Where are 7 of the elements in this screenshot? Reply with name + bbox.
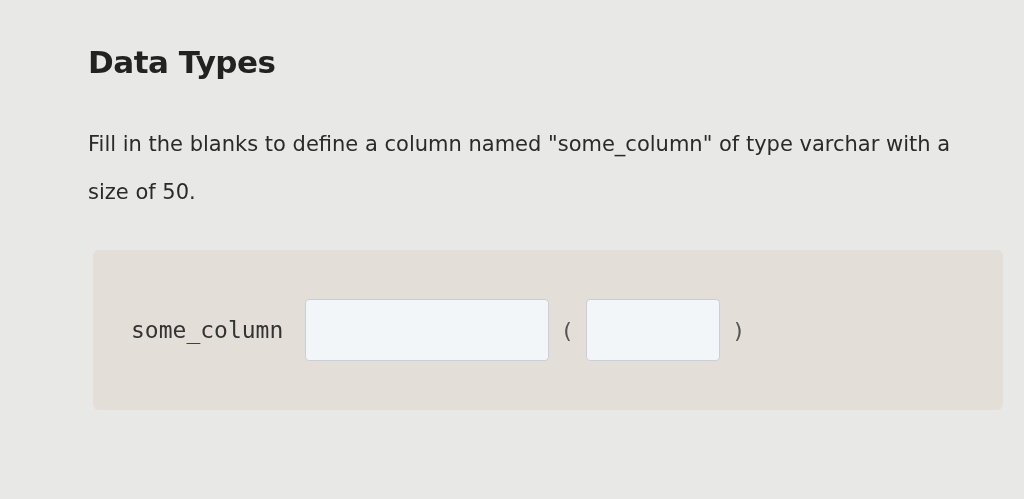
fill-in-field[interactable] (585, 299, 720, 361)
code-text: some_column (131, 317, 284, 343)
instructions-text: Fill in the blanks to define a column named "some_column" of type varchar with a size of 50. (88, 131, 952, 206)
close-paren-text: ) (733, 317, 743, 343)
fill-in-field[interactable] (305, 299, 550, 361)
page-title: Data Types (88, 44, 277, 80)
open-paren-text: ( (563, 317, 572, 343)
